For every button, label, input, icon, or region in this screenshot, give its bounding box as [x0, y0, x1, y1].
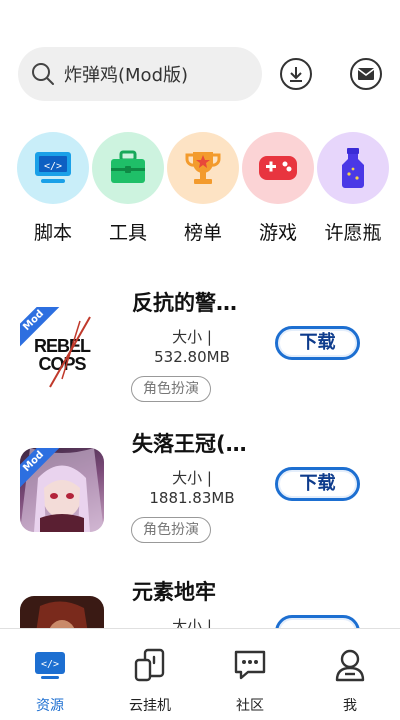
category-label: 许愿瓶 [324, 222, 382, 244]
download-icon[interactable] [280, 58, 312, 90]
app-title[interactable]: 失落王冠(… [132, 428, 247, 458]
bottle-icon [317, 132, 389, 204]
mail-icon[interactable] [350, 58, 382, 90]
genre-tag[interactable]: 角色扮演 [131, 517, 211, 543]
nav-label: 云挂机 [129, 698, 171, 714]
category-wish-bottle[interactable]: 许愿瓶 [317, 132, 389, 245]
app-title[interactable]: 元素地牢 [132, 576, 216, 606]
app-icon-lost-crown: Mod [20, 448, 104, 532]
category-label: 游戏 [258, 222, 297, 244]
size-value: 1881.83MB [149, 489, 235, 507]
toolbox-icon [92, 132, 164, 204]
category-label: 榜单 [183, 222, 222, 244]
chat-icon [210, 647, 290, 683]
code-monitor-icon: </> [10, 647, 90, 683]
gamepad-icon [242, 132, 314, 204]
category-label: 脚本 [33, 222, 72, 244]
app-icon-rebel-cops: REBEL COPS Mod [20, 307, 104, 391]
devices-icon [110, 647, 190, 683]
list-item[interactable]: 元素地牢 大小 | [0, 574, 400, 634]
search-input[interactable]: 炸弹鸡(Mod版) [64, 61, 188, 87]
profile-icon [310, 647, 390, 683]
download-button[interactable]: 下载 [275, 467, 360, 501]
category-script[interactable]: </> 脚本 [17, 132, 89, 245]
size-label: 大小 | [172, 469, 212, 487]
app-size: 大小 | 532.80MB [132, 327, 252, 367]
category-tools[interactable]: 工具 [92, 132, 164, 245]
app-size: 大小 | 1881.83MB [132, 468, 252, 508]
size-label: 大小 | [172, 328, 212, 346]
category-games[interactable]: 游戏 [242, 132, 314, 245]
search-bar[interactable]: 炸弹鸡(Mod版) [18, 47, 262, 101]
bottom-nav: </> 资源 云挂机 社区 我 [0, 628, 400, 720]
category-ranking[interactable]: 榜单 [167, 132, 239, 245]
nav-cloud-hosting[interactable]: 云挂机 [110, 647, 190, 715]
category-row: </> 脚本 工具 榜单 游戏 许愿瓶 [17, 132, 397, 252]
list-item[interactable]: REBEL COPS Mod 反抗的警… 大小 | 532.80MB 角色扮演 … [0, 285, 400, 425]
genre-tag[interactable]: 角色扮演 [131, 376, 211, 402]
size-value: 532.80MB [154, 348, 230, 366]
nav-resources[interactable]: </> 资源 [10, 647, 90, 715]
list-item[interactable]: Mod 失落王冠(… 大小 | 1881.83MB 角色扮演 下载 [0, 426, 400, 566]
download-button[interactable]: 下载 [275, 326, 360, 360]
nav-label: 资源 [36, 698, 64, 714]
nav-community[interactable]: 社区 [210, 647, 290, 715]
search-icon [32, 63, 54, 85]
category-label: 工具 [108, 222, 147, 244]
app-title[interactable]: 反抗的警… [132, 287, 237, 317]
nav-label: 我 [343, 698, 357, 714]
nav-me[interactable]: 我 [310, 647, 390, 715]
trophy-icon [167, 132, 239, 204]
svg-text:</>: </> [44, 161, 62, 172]
svg-text:</>: </> [41, 659, 59, 670]
code-monitor-icon: </> [17, 132, 89, 204]
nav-label: 社区 [236, 698, 264, 714]
